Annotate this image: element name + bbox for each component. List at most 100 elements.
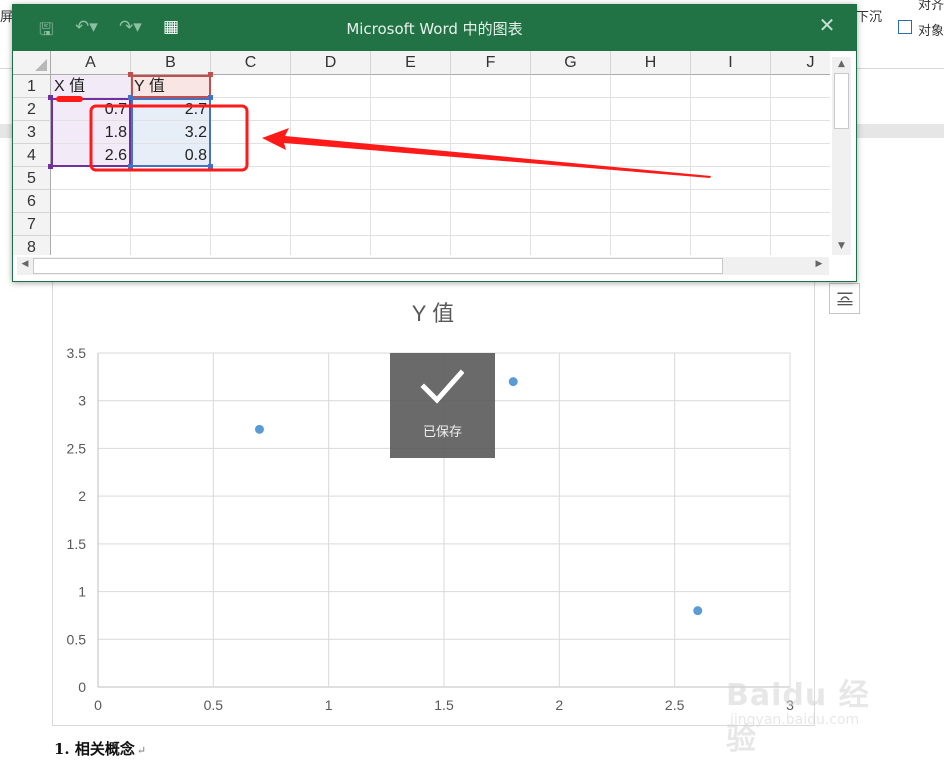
range-y-outline-handle[interactable]: [128, 95, 133, 100]
cell-g7[interactable]: [531, 213, 611, 236]
cell-b8[interactable]: [131, 236, 211, 255]
cell-h7[interactable]: [611, 213, 691, 236]
cell-a1[interactable]: X 值: [51, 75, 131, 98]
cell-e8[interactable]: [371, 236, 451, 255]
data-point[interactable]: [693, 606, 703, 616]
cell-i7[interactable]: [691, 213, 771, 236]
cell-i6[interactable]: [691, 190, 771, 213]
horizontal-scroll-thumb[interactable]: [33, 258, 723, 274]
cell-j2[interactable]: [771, 98, 830, 121]
cell-c3[interactable]: [211, 121, 291, 144]
cell-i1[interactable]: [691, 75, 771, 98]
cell-g1[interactable]: [531, 75, 611, 98]
row-header-3[interactable]: 3: [13, 121, 51, 144]
cell-j4[interactable]: [771, 144, 830, 167]
cell-f2[interactable]: [451, 98, 531, 121]
cell-g6[interactable]: [531, 190, 611, 213]
cell-a7[interactable]: [51, 213, 131, 236]
row-header-5[interactable]: 5: [13, 167, 51, 190]
cell-j8[interactable]: [771, 236, 830, 255]
cell-f3[interactable]: [451, 121, 531, 144]
cell-g5[interactable]: [531, 167, 611, 190]
cell-g8[interactable]: [531, 236, 611, 255]
cell-e1[interactable]: [371, 75, 451, 98]
layout-options-button[interactable]: [829, 283, 860, 314]
data-point[interactable]: [254, 424, 264, 434]
cell-b7[interactable]: [131, 213, 211, 236]
cell-f5[interactable]: [451, 167, 531, 190]
chart-title[interactable]: Y 值: [412, 301, 454, 326]
cell-g4[interactable]: [531, 144, 611, 167]
cell-h1[interactable]: [611, 75, 691, 98]
spreadsheet-grid[interactable]: ABCDEFGHIJ 12345678 X 值Y 值 0.7 2.7 1.8 3.2 2.…: [13, 51, 830, 255]
cell-b6[interactable]: [131, 190, 211, 213]
cell-g3[interactable]: [531, 121, 611, 144]
column-header-b[interactable]: B: [131, 51, 211, 75]
cell-e2[interactable]: [371, 98, 451, 121]
column-header-f[interactable]: F: [451, 51, 531, 75]
range-y-outline-handle[interactable]: [128, 164, 133, 169]
row-header-4[interactable]: 4: [13, 144, 51, 167]
column-header-h[interactable]: H: [611, 51, 691, 75]
cell-g2[interactable]: [531, 98, 611, 121]
column-header-c[interactable]: C: [211, 51, 291, 75]
cell-e3[interactable]: [371, 121, 451, 144]
cell-d1[interactable]: [291, 75, 371, 98]
row-header-1[interactable]: 1: [13, 75, 51, 98]
ribbon-fragment-object[interactable]: 对象: [918, 20, 944, 39]
cell-h6[interactable]: [611, 190, 691, 213]
column-header-e[interactable]: E: [371, 51, 451, 75]
select-all-corner[interactable]: [13, 51, 51, 75]
cell-c1[interactable]: [211, 75, 291, 98]
range-header-outline-handle[interactable]: [208, 72, 213, 77]
cell-d7[interactable]: [291, 213, 371, 236]
cell-j1[interactable]: [771, 75, 830, 98]
cell-d3[interactable]: [291, 121, 371, 144]
cell-c8[interactable]: [211, 236, 291, 255]
column-header-d[interactable]: D: [291, 51, 371, 75]
cell-d4[interactable]: [291, 144, 371, 167]
cell-c2[interactable]: [211, 98, 291, 121]
range-x-outline-handle[interactable]: [48, 95, 53, 100]
cell-f6[interactable]: [451, 190, 531, 213]
range-header-outline-handle[interactable]: [128, 72, 133, 77]
column-header-a[interactable]: A: [51, 51, 131, 75]
vertical-scroll-thumb[interactable]: [834, 73, 849, 129]
cell-h3[interactable]: [611, 121, 691, 144]
column-header-j[interactable]: J: [771, 51, 830, 75]
cell-i3[interactable]: [691, 121, 771, 144]
cell-h2[interactable]: [611, 98, 691, 121]
row-header-8[interactable]: 8: [13, 236, 51, 255]
range-y-outline-handle[interactable]: [208, 95, 213, 100]
cell-i2[interactable]: [691, 98, 771, 121]
cell-c5[interactable]: [211, 167, 291, 190]
cell-j7[interactable]: [771, 213, 830, 236]
ribbon-fragment-align[interactable]: 对齐: [918, 0, 944, 13]
cell-d5[interactable]: [291, 167, 371, 190]
cell-e6[interactable]: [371, 190, 451, 213]
cell-c4[interactable]: [211, 144, 291, 167]
title-bar[interactable]: 🖫 ↶▾ ↷▾ ▦ Microsoft Word 中的图表 ✕: [13, 5, 856, 51]
range-x-outline-handle[interactable]: [48, 164, 53, 169]
cell-e5[interactable]: [371, 167, 451, 190]
cell-h8[interactable]: [611, 236, 691, 255]
cell-i5[interactable]: [691, 167, 771, 190]
row-header-2[interactable]: 2: [13, 98, 51, 121]
cell-i4[interactable]: [691, 144, 771, 167]
scroll-down-icon[interactable]: ▼: [836, 241, 847, 251]
scroll-left-icon[interactable]: ◀: [19, 259, 31, 269]
scatter-chart[interactable]: Y 值 0 0.5 1 1.5 2 2.5 3 3.5 0 0.5 1 1.5 2 2.5 3: [52, 280, 815, 726]
scroll-right-icon[interactable]: ▶: [813, 259, 825, 269]
row-header-7[interactable]: 7: [13, 213, 51, 236]
cell-j5[interactable]: [771, 167, 830, 190]
column-header-g[interactable]: G: [531, 51, 611, 75]
row-header-6[interactable]: 6: [13, 190, 51, 213]
cell-d6[interactable]: [291, 190, 371, 213]
cell-f7[interactable]: [451, 213, 531, 236]
close-button[interactable]: ✕: [816, 14, 838, 36]
cell-j6[interactable]: [771, 190, 830, 213]
data-point[interactable]: [508, 377, 518, 387]
cell-e7[interactable]: [371, 213, 451, 236]
cell-d8[interactable]: [291, 236, 371, 255]
cell-a8[interactable]: [51, 236, 131, 255]
